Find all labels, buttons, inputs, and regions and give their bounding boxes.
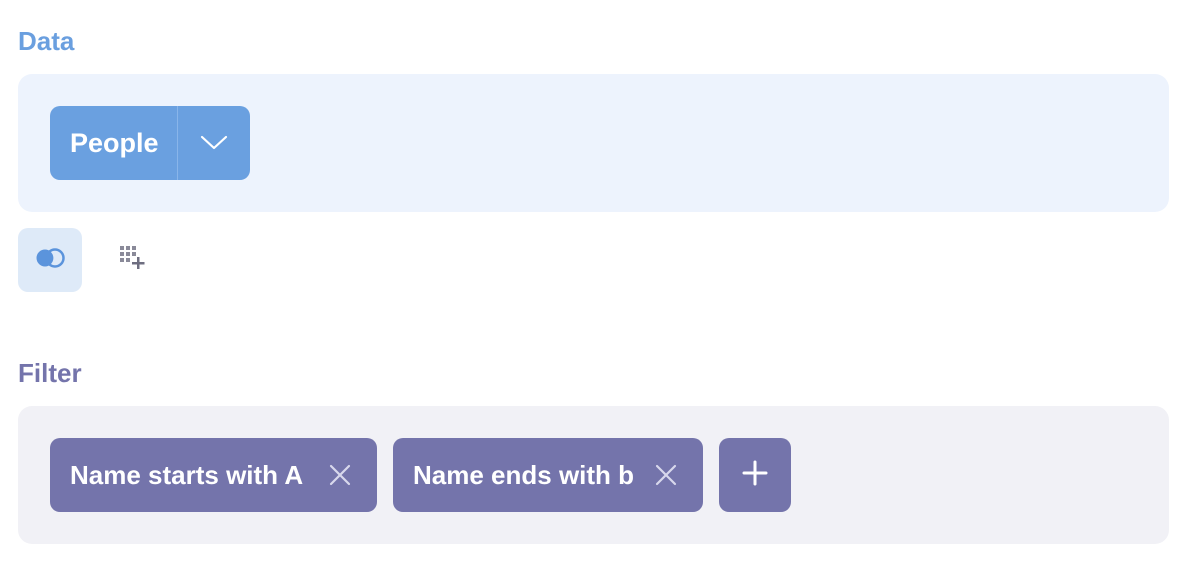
- close-icon[interactable]: [325, 460, 355, 490]
- plus-icon: [742, 460, 768, 491]
- data-panel: People: [18, 74, 1169, 212]
- join-icon: [34, 247, 66, 274]
- add-filter-button[interactable]: [719, 438, 791, 512]
- filter-chip[interactable]: Name starts with A: [50, 438, 377, 512]
- filter-panel: Name starts with A Name ends with b: [18, 406, 1169, 544]
- chevron-down-icon[interactable]: [178, 106, 250, 180]
- filter-section-title: Filter: [18, 358, 82, 388]
- join-button[interactable]: [18, 228, 82, 292]
- add-column-icon: [118, 244, 146, 277]
- filter-chip-label[interactable]: Name starts with A: [70, 460, 303, 491]
- filter-chip-label[interactable]: Name ends with b: [413, 460, 634, 491]
- data-section-title: Data: [18, 26, 75, 56]
- filter-chip[interactable]: Name ends with b: [393, 438, 703, 512]
- data-source-selector[interactable]: People: [50, 106, 250, 180]
- custom-column-button[interactable]: [100, 228, 164, 292]
- data-source-label[interactable]: People: [50, 106, 177, 180]
- close-icon[interactable]: [651, 460, 681, 490]
